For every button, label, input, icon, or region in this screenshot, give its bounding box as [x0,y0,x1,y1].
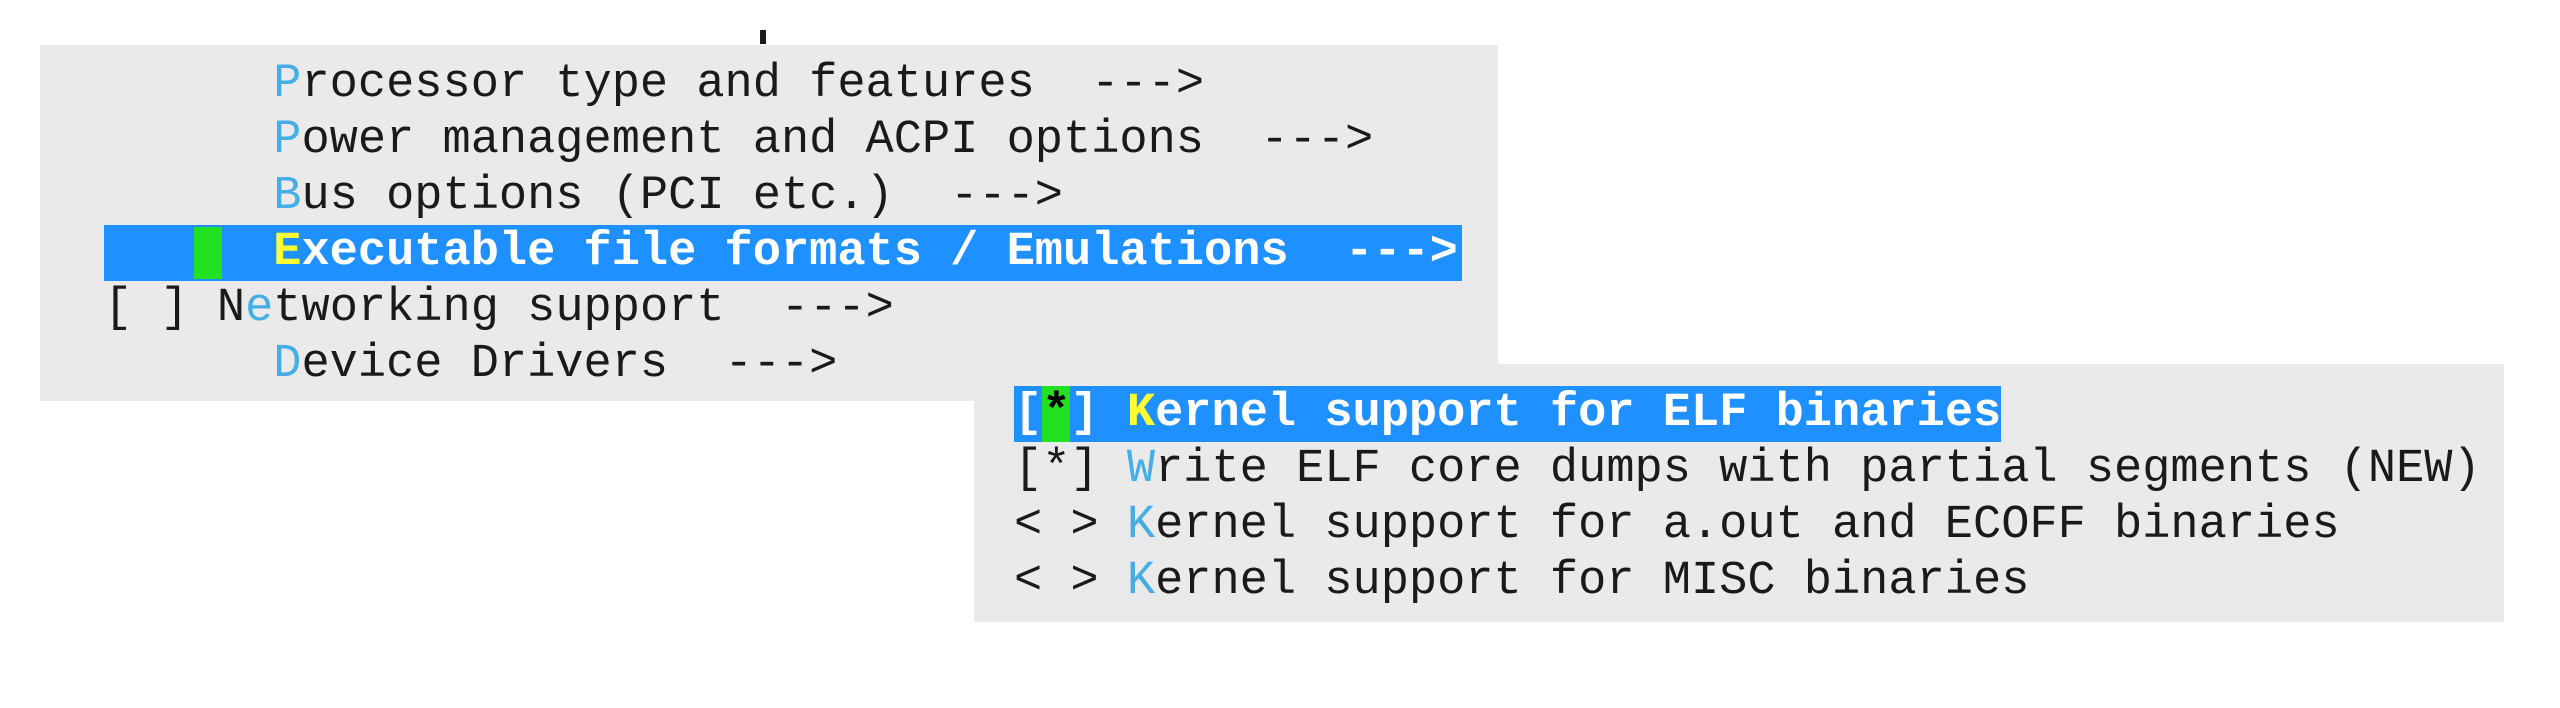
option-hotkey: K [1126,499,1156,552]
module-indicator[interactable]: < > [1014,555,1099,608]
checkbox-indicator[interactable]: [*] [1014,443,1099,496]
menu-item-processor-type[interactable]: Processor type and features ---> [104,57,1204,113]
submenu-arrow: ---> [1260,114,1374,167]
option-hotkey: K [1126,387,1156,440]
module-indicator[interactable]: < > [1014,499,1099,552]
menu-item-executable-formats-selected[interactable]: Executable file formats / Emulations ---… [104,225,1462,281]
submenu-arrow: ---> [724,338,838,391]
menu-item-networking-support[interactable]: [ ] Networking support ---> [104,281,894,337]
menu-item-label: xecutable file formats / Emulations [301,226,1289,279]
checkbox-indicator[interactable]: [ ] [104,282,189,335]
option-elf-binaries-selected[interactable]: [*] Kernel support for ELF binaries [1014,386,2002,442]
menu-item-hotkey: e [245,282,274,335]
menu-item-hotkey: P [273,58,302,111]
menu-item-indicator [104,338,189,391]
option-label: ernel support for a.out and ECOFF binari… [1155,499,2340,552]
menu-item-indicator [104,114,189,167]
menu-item-hotkey: P [273,114,302,167]
menu-item-bus-options[interactable]: Bus options (PCI etc.) ---> [104,169,1063,225]
checkbox-open-bracket: [ [1014,387,1043,440]
menu-item-label: ower management and ACPI options [301,114,1205,167]
menu-item-indicator [104,226,189,279]
clipped-line-fragment [760,30,766,44]
option-aout-ecoff-binaries[interactable]: < > Kernel support for a.out and ECOFF b… [1014,498,2340,554]
menu-item-hotkey: B [273,170,302,223]
checkbox-close-bracket: ] [1070,387,1099,440]
menu-item-hotkey: E [273,226,302,279]
selection-cursor [194,227,222,279]
option-hotkey: K [1126,555,1156,608]
menu-item-indicator [104,170,189,223]
option-label: rite ELF core dumps with partial segment… [1155,443,2481,496]
submenu-arrow: ---> [950,170,1064,223]
menu-item-device-drivers[interactable]: Device Drivers ---> [104,337,837,393]
menu-item-label-start: N [216,282,246,335]
menu-item-indicator [104,58,189,111]
option-elf-core-dumps[interactable]: [*] Write ELF core dumps with partial se… [1014,442,2481,498]
submenu-arrow: ---> [1091,58,1205,111]
option-misc-binaries[interactable]: < > Kernel support for MISC binaries [1014,554,2029,610]
menu-item-label: tworking support [273,282,725,335]
menu-item-label: evice Drivers [301,338,669,391]
menu-item-label: rocessor type and features [301,58,1035,111]
submenu-arrow: ---> [1345,226,1458,279]
option-label: ernel support for MISC binaries [1155,555,2030,608]
menu-item-hotkey: D [273,338,302,391]
submenu-arrow: ---> [780,282,894,335]
checkbox-mark-cursor[interactable]: * [1042,386,1071,442]
option-hotkey: W [1126,443,1156,496]
submenu-panel: [*] Kernel support for ELF binaries [*] … [974,364,2504,622]
option-label: ernel support for ELF binaries [1155,387,2002,440]
menu-item-power-management[interactable]: Power management and ACPI options ---> [104,113,1373,169]
menu-item-label: us options (PCI etc.) [301,170,894,223]
main-menu-panel: Processor type and features ---> Power m… [40,45,1498,401]
